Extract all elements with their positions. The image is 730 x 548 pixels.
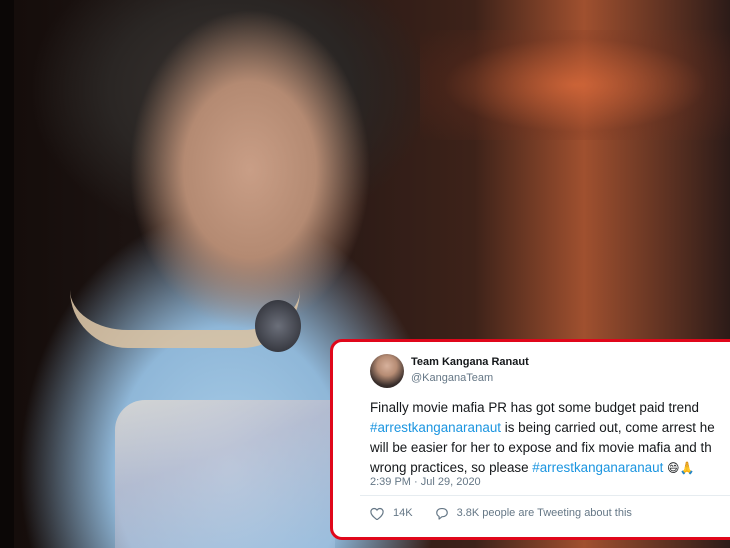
tweet-actions: 14K 3.8K people are Tweeting about this <box>370 504 632 522</box>
people-tweeting-link[interactable]: 3.8K people are Tweeting about this <box>435 507 632 520</box>
tweet-text-segment: will be easier for her to expose and fix… <box>370 440 712 455</box>
tweet-text-segment: Finally movie mafia PR has got some budg… <box>370 400 699 415</box>
speech-bubble-icon <box>435 507 449 520</box>
tweet-line-3: will be easier for her to expose and fix… <box>370 438 730 458</box>
tweet-text-segment: wrong practices, so please <box>370 460 533 475</box>
heart-icon <box>370 507 384 520</box>
tweet-text-segment: is being carried out, come arrest he <box>501 420 715 435</box>
like-button[interactable]: 14K <box>370 507 413 520</box>
background-light-glow <box>420 30 730 140</box>
user-handle[interactable]: @KanganaTeam <box>411 372 493 384</box>
hashtag-link[interactable]: #arrestkanganaranaut <box>532 460 663 475</box>
folded-hands-emoji: 🙏 <box>679 461 695 475</box>
photo-left-edge <box>0 0 14 548</box>
tweet-text: Finally movie mafia PR has got some budg… <box>370 398 730 478</box>
tweet-line-2: #arrestkanganaranaut is being carried ou… <box>370 418 730 438</box>
display-name[interactable]: Team Kangana Ranaut <box>411 356 529 368</box>
tweet-line-1: Finally movie mafia PR has got some budg… <box>370 398 730 418</box>
divider <box>360 495 730 496</box>
people-tweeting-text: 3.8K people are Tweeting about this <box>456 507 632 519</box>
necklace-pendant <box>255 300 301 352</box>
tweet-timestamp[interactable]: 2:39 PM · Jul 29, 2020 <box>370 476 481 488</box>
tweet-card: Team Kangana Ranaut @KanganaTeam Finally… <box>330 339 730 540</box>
saree-drape <box>115 400 335 548</box>
like-count: 14K <box>393 507 413 519</box>
grinning-face-emoji: 😄 <box>667 461 680 475</box>
tweet-line-4: wrong practices, so please #arrestkangan… <box>370 458 730 478</box>
hashtag-link[interactable]: #arrestkanganaranaut <box>370 420 501 435</box>
avatar[interactable] <box>370 354 404 388</box>
